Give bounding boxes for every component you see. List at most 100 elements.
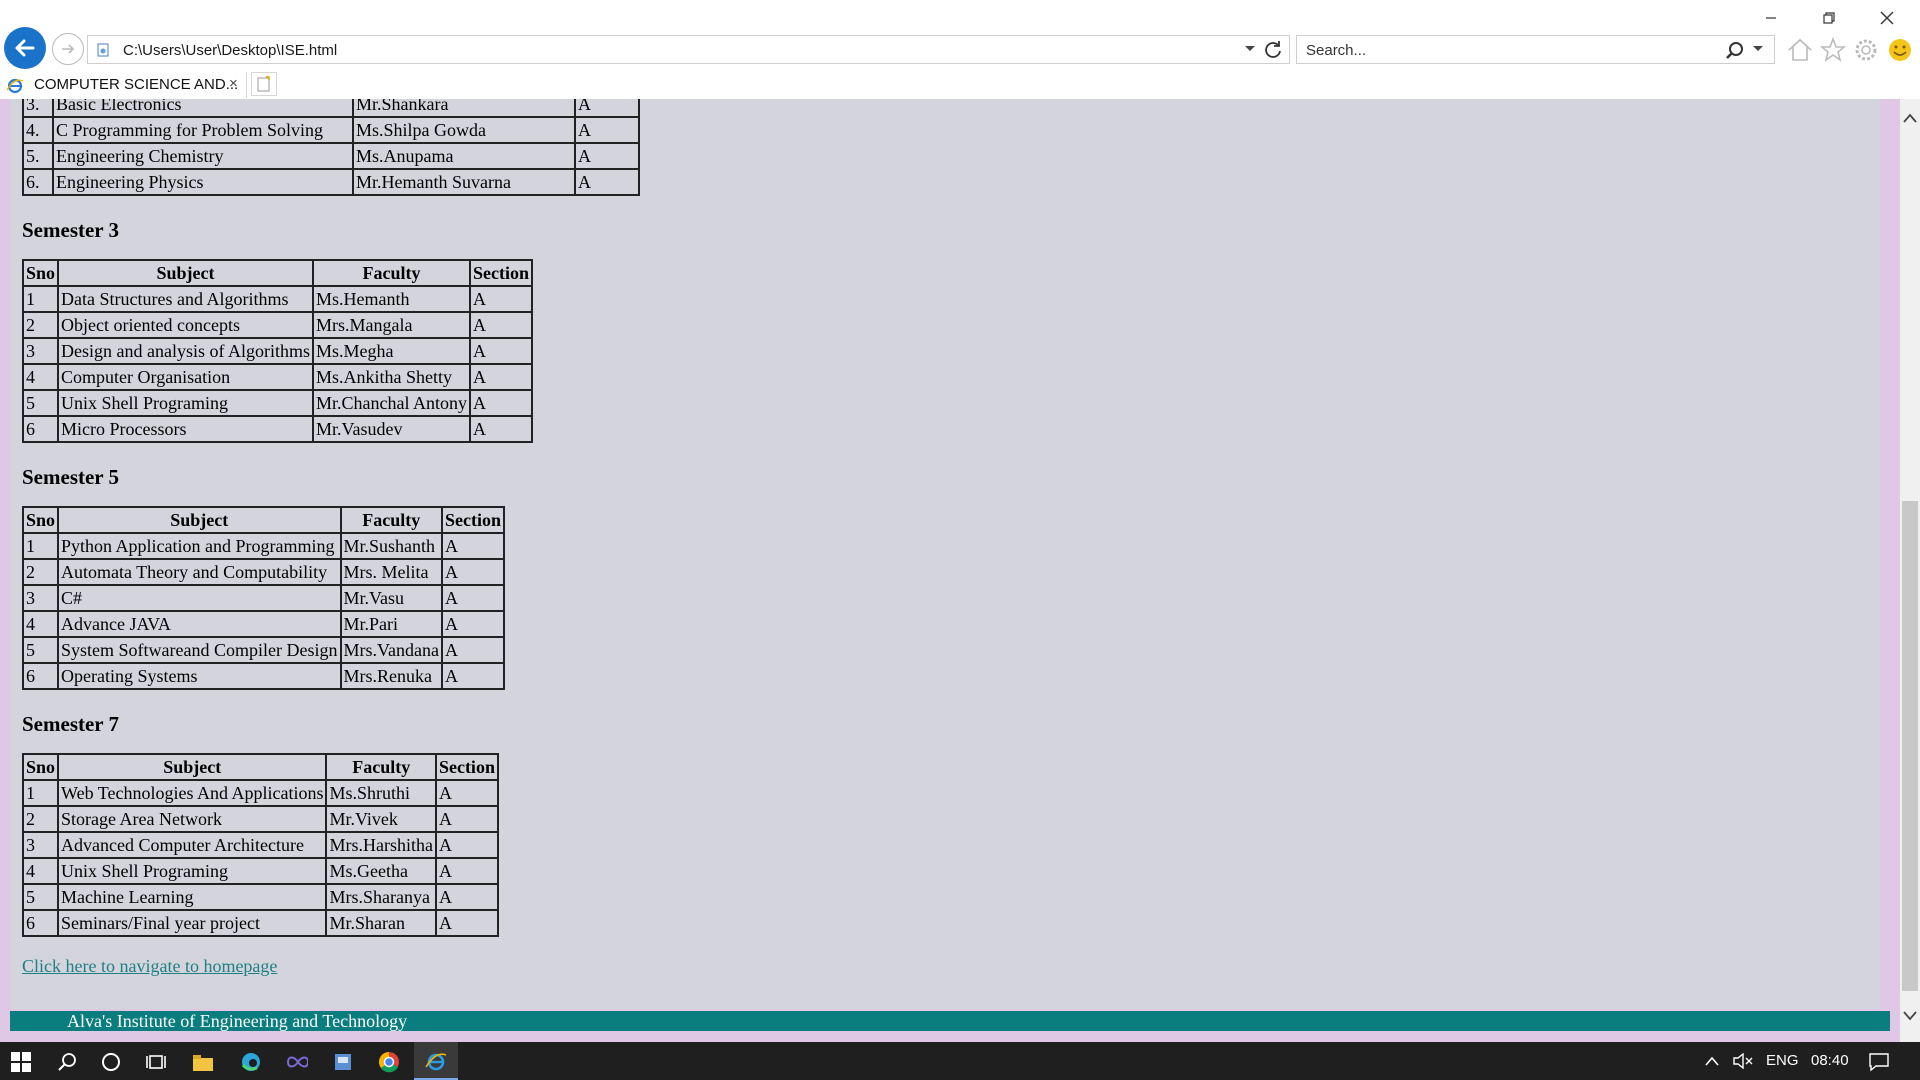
tray-chevron-up-icon[interactable]	[1705, 1056, 1719, 1066]
faculty-cell: Mrs. Melita	[340, 559, 442, 585]
scroll-down-icon[interactable]	[1903, 1011, 1917, 1021]
sno-cell: 5	[23, 884, 59, 910]
back-button[interactable]	[4, 27, 46, 69]
section-cell: A	[435, 884, 498, 910]
faculty-header: Faculty	[340, 507, 442, 533]
table-row: 6 Micro Processors Mr.Vasudev A	[23, 416, 533, 442]
subject-cell: System Softwareand Compiler Design	[58, 637, 341, 663]
close-icon[interactable]	[1864, 4, 1910, 32]
new-tab-button[interactable]	[251, 72, 277, 96]
subject-cell: Object oriented concepts	[58, 312, 314, 338]
faculty-cell: Mrs.Mangala	[313, 312, 471, 338]
faculty-cell: Ms.Megha	[313, 338, 471, 364]
subject-cell: Advanced Computer Architecture	[58, 832, 327, 858]
faculty-header: Faculty	[326, 754, 436, 780]
windows-start-icon[interactable]	[10, 1051, 32, 1073]
ie-icon[interactable]	[425, 1051, 447, 1073]
sno-header: Sno	[23, 507, 59, 533]
table-row: 3. Basic Electronics Mr.Shankara A	[23, 99, 639, 117]
subject-cell: Engineering Chemistry	[53, 143, 353, 169]
table-row: 4. C Programming for Problem Solving Ms.Sh…	[23, 117, 639, 143]
search-input[interactable]: Search...	[1306, 42, 1366, 59]
forward-button[interactable]	[52, 33, 84, 65]
sno-header: Sno	[23, 754, 59, 780]
section-cell: A	[470, 338, 533, 364]
faculty-cell: Ms.Shilpa Gowda	[353, 117, 575, 143]
section-cell: A	[441, 611, 504, 637]
search-icon[interactable]	[1725, 41, 1745, 61]
scroll-thumb[interactable]	[1902, 501, 1918, 991]
speaker-muted-icon[interactable]	[1733, 1053, 1753, 1069]
semester-heading: Semester 3	[22, 218, 119, 242]
subject-cell: Seminars/Final year project	[58, 910, 327, 936]
footer-bar: Alva's Institute of Engineering and Tech…	[10, 1011, 1890, 1031]
sno-cell: 3	[23, 585, 59, 611]
faculty-cell: Mr.Sharan	[326, 910, 436, 936]
sno-cell: 3.	[23, 99, 53, 117]
subject-cell: Engineering Physics	[53, 169, 353, 195]
control-panel-icon[interactable]	[332, 1051, 354, 1073]
refresh-icon[interactable]	[1263, 40, 1283, 60]
dropdown-icon[interactable]	[1244, 45, 1256, 53]
restore-icon[interactable]	[1806, 4, 1852, 32]
home-icon[interactable]	[1786, 36, 1814, 64]
subject-cell: Advance JAVA	[58, 611, 341, 637]
section-cell: A	[435, 910, 498, 936]
section-cell: A	[441, 663, 504, 689]
table-row: 3 C# Mr.Vasu A	[23, 585, 504, 611]
search-field[interactable]: Search...	[1296, 35, 1775, 64]
smiley-icon[interactable]	[1886, 36, 1914, 64]
subject-cell: Python Application and Programming	[58, 533, 341, 559]
browser-tab[interactable]: COMPUTER SCIENCE AND... ×	[0, 72, 247, 98]
section-cell: A	[575, 169, 639, 195]
star-icon[interactable]	[1819, 36, 1847, 64]
tab-close-button[interactable]: ×	[229, 75, 238, 92]
task-view-icon[interactable]	[145, 1051, 167, 1073]
sno-cell: 1	[23, 533, 59, 559]
sno-cell: 5	[23, 637, 59, 663]
chrome-icon[interactable]	[378, 1051, 400, 1073]
sno-cell: 1	[23, 780, 59, 806]
table-row: 4 Computer Organisation Ms.Ankitha Shetty A	[23, 364, 533, 390]
vertical-scrollbar[interactable]	[1900, 99, 1920, 1042]
faculty-cell: Mrs.Vandana	[340, 637, 442, 663]
section-cell: A	[470, 390, 533, 416]
address-bar[interactable]: C:\Users\User\Desktop\ISE.html	[87, 35, 1290, 64]
search-icon[interactable]	[56, 1051, 78, 1073]
faculty-cell: Mr.Vasu	[340, 585, 442, 611]
language-indicator[interactable]: ENG	[1766, 1052, 1799, 1069]
semester-heading: Semester 7	[22, 712, 119, 736]
dropdown-icon[interactable]	[1752, 45, 1764, 53]
table-row: 2 Automata Theory and Computability Mrs. M…	[23, 559, 504, 585]
subject-header: Subject	[58, 507, 341, 533]
address-text[interactable]: C:\Users\User\Desktop\ISE.html	[123, 42, 337, 59]
clock[interactable]: 08:40	[1811, 1052, 1849, 1069]
tab-title: COMPUTER SCIENCE AND...	[34, 76, 239, 93]
sno-cell: 4	[23, 364, 59, 390]
subject-cell: Basic Electronics	[53, 99, 353, 117]
gear-icon[interactable]	[1852, 36, 1880, 64]
subject-cell: Storage Area Network	[58, 806, 327, 832]
page-viewport: 3. Basic Electronics Mr.Shankara A 4. C Progr…	[0, 99, 1900, 1042]
sno-cell: 6	[23, 663, 59, 689]
section-cell: A	[575, 117, 639, 143]
faculty-cell: Ms.Shruthi	[326, 780, 436, 806]
cortana-icon[interactable]	[100, 1051, 122, 1073]
sno-cell: 5	[23, 390, 59, 416]
minimize-icon[interactable]	[1748, 4, 1794, 32]
action-center-icon[interactable]	[1868, 1052, 1890, 1072]
sno-cell: 4	[23, 858, 59, 884]
scroll-up-icon[interactable]	[1903, 113, 1917, 123]
edge-icon[interactable]	[240, 1051, 262, 1073]
faculty-cell: Mr.Vasudev	[313, 416, 471, 442]
table-row: 4 Unix Shell Programing Ms.Geetha A	[23, 858, 498, 884]
file-explorer-icon[interactable]	[192, 1051, 214, 1073]
faculty-header: Faculty	[313, 260, 471, 286]
infinity-app-icon[interactable]	[286, 1051, 308, 1073]
section-cell: A	[435, 832, 498, 858]
sno-cell: 2	[23, 312, 59, 338]
page-content: 3. Basic Electronics Mr.Shankara A 4. C Progr…	[10, 99, 1880, 1009]
homepage-link[interactable]: Click here to navigate to homepage	[22, 956, 640, 977]
subject-cell: Operating Systems	[58, 663, 341, 689]
back-arrow-icon	[15, 39, 35, 57]
